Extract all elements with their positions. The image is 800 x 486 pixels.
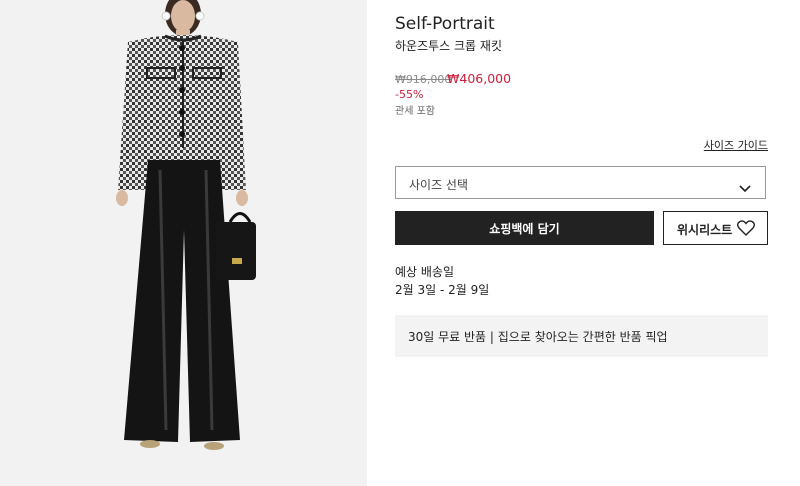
size-guide-link[interactable]: 사이즈 가이드: [704, 137, 768, 153]
size-select-label: 사이즈 선택: [409, 178, 469, 192]
delivery-title: 예상 배송일: [395, 265, 455, 279]
brand-name[interactable]: Self-Portrait: [395, 14, 495, 34]
wishlist-label: 위시리스트: [677, 223, 733, 237]
returns-text: 30일 무료 반품 | 집으로 찾아오는 간편한 반품 픽업: [408, 330, 668, 344]
delivery-dates: 2월 3일 - 2월 9일: [395, 283, 490, 297]
product-name: 하운즈투스 크롭 재킷: [395, 39, 502, 53]
chevron-down-icon: [739, 178, 751, 197]
add-to-bag-button[interactable]: 쇼핑백에 담기: [395, 211, 654, 245]
model-illustration: [116, 0, 256, 450]
duty-note: 관세 포함: [395, 106, 435, 117]
sale-price: ₩406,000: [447, 71, 512, 86]
product-details: Self-Portrait 하운즈투스 크롭 재킷 ₩916,000 ₩406,…: [395, 0, 768, 486]
original-price: ₩916,000: [395, 73, 452, 86]
returns-banner: 30일 무료 반품 | 집으로 찾아오는 간편한 반품 픽업: [395, 315, 768, 357]
product-image[interactable]: [0, 0, 367, 486]
wishlist-button[interactable]: 위시리스트: [663, 211, 768, 245]
size-select[interactable]: 사이즈 선택: [395, 166, 766, 199]
heart-icon: [737, 220, 755, 240]
discount-badge: -55%: [395, 88, 424, 101]
